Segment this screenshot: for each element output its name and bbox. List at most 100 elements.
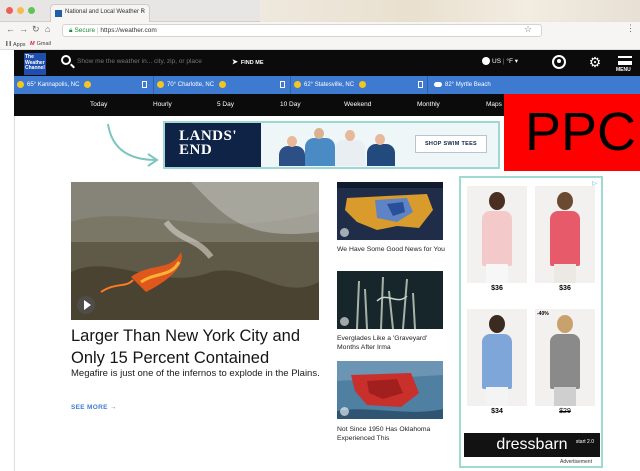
forward-icon[interactable]: → [19,24,28,34]
play-video-icon[interactable] [77,296,95,314]
sunny-icon [218,80,226,88]
model-pants [554,264,576,284]
maximize-window-button[interactable] [28,7,35,14]
tab-maps[interactable]: Maps [486,101,502,108]
featured-summary: Megafire is just one of the infernos to … [71,368,320,379]
dressbarn-logo[interactable]: dressbarn start 2.0 [464,433,600,457]
model-head [557,192,573,210]
browser-titlebar: National and Local Weather R × [0,0,640,22]
browser-toolbar: ← → ↻ ⌂ 🔒︎ Secure | https://weather.com [0,22,640,39]
tab-close-icon[interactable]: × [141,9,145,15]
product-price: $34 [467,406,527,417]
sunny-icon [17,80,24,88]
bookmark-apps[interactable]: Apps [6,41,26,48]
tab-weekend[interactable]: Weekend [344,101,371,108]
minimize-window-button[interactable] [17,7,24,14]
bookmark-icon[interactable] [142,81,147,88]
lands-end-banner-ad[interactable]: LANDS' END SHOP SWIM TEES [163,121,500,169]
ad-product[interactable]: $36 [467,186,527,294]
featured-wildfire-image[interactable] [71,182,319,320]
find-me-label: FIND ME [240,60,264,66]
everglades-image [337,271,443,329]
story-thumbnail-oklahoma[interactable] [337,361,443,419]
us-map-image [337,182,443,240]
ad-product[interactable]: $36 [535,186,595,294]
wildfire-satellite-image [71,182,319,320]
saved-location-item[interactable]: 82° Myrtle Beach [428,76,640,94]
sunny-icon [84,80,92,88]
units-label: °F [506,58,513,65]
bookmark-icon[interactable] [280,81,285,88]
play-icon [340,317,349,326]
bookmark-icon[interactable] [418,81,423,88]
menu-button[interactable]: MENU [614,53,638,73]
globe-icon [482,57,490,66]
lock-icon: 🔒︎ [69,27,73,34]
bookmark-star-icon[interactable]: ☆ [524,24,532,35]
oklahoma-map-image [337,361,443,419]
saved-location-item[interactable]: 62° Statesville, NC [291,76,428,94]
menu-label: MENU [616,67,631,73]
play-icon [340,228,349,237]
location-search-input[interactable] [77,58,227,65]
tab-title: National and Local Weather R [65,9,145,15]
discount-badge: -40% [537,311,549,317]
lands-end-logo: LANDS' END [165,123,261,167]
browser-menu-icon[interactable]: ⋮ [626,23,635,34]
sunny-icon [294,80,301,88]
tab-monthly[interactable]: Monthly [417,101,440,108]
back-icon[interactable]: ← [6,24,15,34]
location-name: Charlotte, NC [177,82,215,88]
locale-selector[interactable]: US | °F ▾ [482,57,518,66]
brand-sub: start 2.0 [575,439,594,445]
apps-grid-icon [6,41,11,46]
reload-icon[interactable]: ↻ [32,24,40,35]
site-header: The Weather Channel ➤FIND ME US | °F ▾ ⚙… [14,50,640,76]
location-temp: 65° [27,82,37,88]
settings-button[interactable]: ⚙ [584,53,606,73]
search-icon[interactable] [61,55,71,65]
see-more-link[interactable]: SEE MORE → [71,404,117,411]
favicon-icon [55,10,62,17]
locale-label: US [492,58,502,65]
home-icon[interactable]: ⌂ [45,24,50,34]
dressbarn-ad[interactable]: ▷ $36 $36 $34 -40% $29 dressbarn start 2… [459,176,603,468]
story-thumbnail-everglades[interactable] [337,271,443,329]
brand-line2: END [179,142,213,158]
bookmark-gmail[interactable]: M Gmail [30,41,51,47]
bookmarks-bar: Apps M Gmail [0,39,640,50]
chevron-down-icon: ▾ [514,58,518,65]
play-icon [340,407,349,416]
model-head [489,315,505,333]
bookmark-apps-label: Apps [13,42,26,48]
sunny-icon [157,80,164,88]
advertisement-label: Advertisement [560,459,592,465]
story-title[interactable]: We Have Some Good News for You [337,245,447,254]
story-thumbnail-map[interactable] [337,182,443,240]
model-top [482,211,512,266]
featured-headline[interactable]: Larger Than New York City and Only 15 Pe… [71,325,321,369]
saved-location-item[interactable]: 65° Kannapolis, NC [14,76,154,94]
address-bar[interactable]: 🔒︎ Secure | https://weather.com [62,24,542,37]
location-temp: 82° [445,82,455,88]
story-title[interactable]: Everglades Like a 'Graveyard' Months Aft… [337,334,447,352]
find-me-button[interactable]: ➤ FIND ME [232,58,264,66]
browser-tab[interactable]: National and Local Weather R × [50,4,150,22]
weather-channel-logo[interactable]: The Weather Channel [24,53,46,75]
ad-product[interactable]: -40% $29 [535,309,595,417]
story-title[interactable]: Not Since 1950 Has Oklahoma Experienced … [337,425,447,443]
close-window-button[interactable] [6,7,13,14]
ad-product[interactable]: $34 [467,309,527,417]
browser-window: National and Local Weather R × ← → ↻ ⌂ 🔒… [0,0,640,471]
tab-5-day[interactable]: 5 Day [217,101,234,108]
saved-location-item[interactable]: 70° Charlotte, NC [154,76,291,94]
saved-locations-bar: 65° Kannapolis, NC 70° Charlotte, NC 62°… [14,76,640,94]
secure-label: Secure [74,27,96,34]
shop-swim-tees-button[interactable]: SHOP SWIM TEES [415,135,487,153]
tab-today[interactable]: Today [90,101,107,108]
tab-hourly[interactable]: Hourly [153,101,172,108]
tab-10-day[interactable]: 10 Day [280,101,301,108]
ppc-overlay: PPC [504,94,640,171]
location-temp: 70° [167,82,177,88]
user-profile-button[interactable] [548,53,570,73]
